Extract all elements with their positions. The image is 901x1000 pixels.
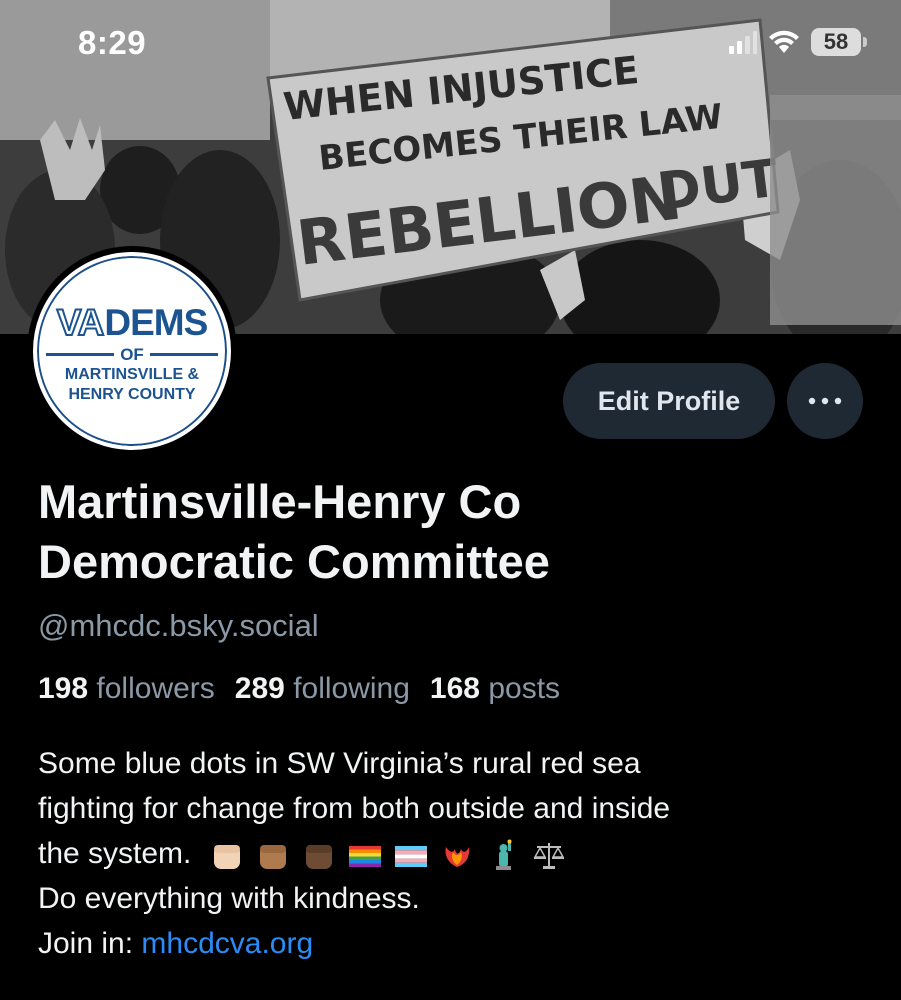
edit-profile-button[interactable]: Edit Profile bbox=[563, 363, 775, 439]
followers-label: followers bbox=[96, 672, 215, 705]
following-stat[interactable]: 289 following bbox=[235, 672, 410, 706]
followers-stat[interactable]: 198 followers bbox=[38, 672, 215, 706]
statue-of-liberty-icon bbox=[495, 839, 512, 871]
signal-icon bbox=[729, 31, 757, 54]
profile-handle: @mhcdc.bsky.social bbox=[38, 608, 319, 643]
avatar[interactable]: VA DEMS OF MARTINSVILLE & HENRY COUNTY bbox=[27, 246, 237, 456]
battery-level: 58 bbox=[823, 29, 849, 54]
website-link[interactable]: mhcdcva.org bbox=[141, 927, 313, 960]
bio-line-2: fighting for change from both outside an… bbox=[38, 792, 671, 825]
profile-bio: Some blue dots in SW Virginia’s rural re… bbox=[38, 741, 878, 966]
logo-line-2: HENRY COUNTY bbox=[68, 385, 196, 403]
display-name-line-1: Martinsville-Henry Co bbox=[38, 475, 522, 528]
bio-emojis bbox=[210, 839, 566, 871]
fist-medium-icon bbox=[259, 845, 286, 870]
logo-vadems: VA DEMS bbox=[56, 301, 209, 343]
logo-divider: OF bbox=[46, 345, 219, 365]
battery-icon: 58 bbox=[811, 28, 867, 56]
bio-join-prefix: Join in: bbox=[38, 927, 134, 960]
logo-line-1: MARTINSVILLE & bbox=[64, 365, 200, 383]
following-label: following bbox=[293, 672, 410, 705]
scales-of-justice-icon bbox=[533, 843, 565, 870]
display-name-line-2: Democratic Committee bbox=[38, 535, 550, 588]
followers-count: 198 bbox=[38, 672, 89, 705]
posts-stat: 168 posts bbox=[430, 672, 560, 706]
more-options-button[interactable] bbox=[787, 363, 863, 439]
display-name: Martinsville-Henry Co Democratic Committ… bbox=[38, 472, 858, 592]
following-count: 289 bbox=[234, 672, 285, 705]
posts-label: posts bbox=[488, 672, 561, 705]
profile-stats: 198 followers 289 following 168 posts bbox=[38, 672, 560, 706]
status-time: 8:29 bbox=[78, 24, 147, 61]
bio-line-4: Do everything with kindness. bbox=[38, 882, 420, 915]
status-bar: 8:29 58 bbox=[0, 0, 901, 90]
bio-line-1: Some blue dots in SW Virginia’s rural re… bbox=[38, 747, 641, 780]
fist-light-icon bbox=[213, 845, 240, 870]
bio-line-3-row: the system. bbox=[38, 831, 878, 876]
avatar-logo: VA DEMS OF MARTINSVILLE & HENRY COUNTY bbox=[33, 252, 231, 450]
ellipsis-icon bbox=[808, 397, 842, 405]
rainbow-flag-icon bbox=[348, 846, 381, 868]
trans-flag-icon bbox=[394, 846, 427, 868]
bio-line-3: the system. bbox=[38, 837, 192, 870]
status-icons: 58 bbox=[727, 28, 867, 56]
wifi-icon bbox=[769, 30, 799, 53]
fist-dark-icon bbox=[305, 845, 332, 870]
phoenix-icon bbox=[445, 847, 469, 868]
posts-count: 168 bbox=[429, 672, 480, 705]
bio-join-row: Join in: mhcdcva.org bbox=[38, 921, 878, 966]
